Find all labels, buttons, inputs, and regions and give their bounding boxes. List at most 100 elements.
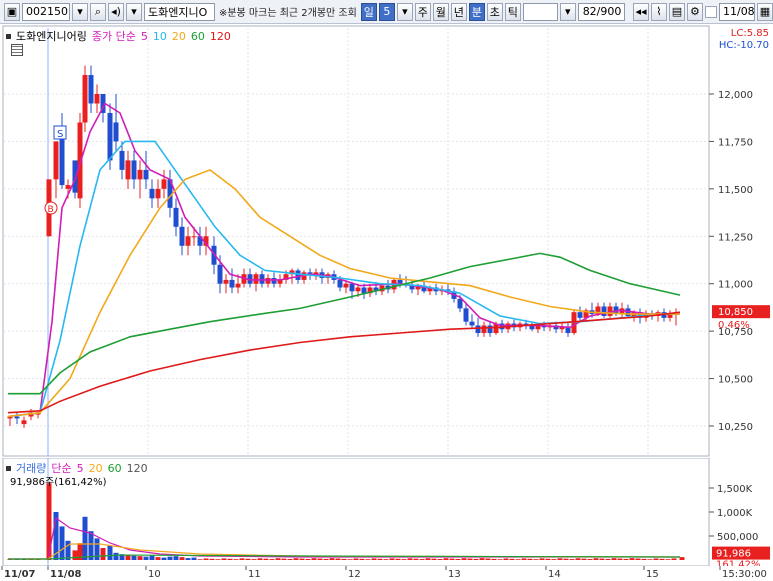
price-tick-label: 11,000 [718, 280, 753, 291]
candle-body [487, 325, 493, 334]
time-tick-label: 15 [646, 569, 659, 580]
price-chart[interactable]: SB 12,00011,75011,50011,25011,00010,7501… [0, 24, 773, 458]
hc-label: HC:-10.70 [718, 40, 769, 51]
volume-bar [449, 558, 455, 560]
volume-bar [149, 555, 155, 560]
volume-value: 91,986주(161,42%) [10, 477, 107, 488]
time-tick-label: 11/07 [4, 569, 36, 580]
period-second-button[interactable]: 초 [486, 2, 503, 21]
volume-bar [88, 531, 94, 560]
candle-body [343, 283, 349, 288]
candle-body [155, 188, 161, 199]
volume-current-label: 91,986 [716, 549, 751, 560]
sound-icon[interactable]: ◂) [108, 2, 124, 21]
volume-bar [46, 483, 52, 560]
volume-bar [593, 558, 599, 560]
candle-body [161, 179, 167, 189]
price-tick-label: 11,750 [718, 137, 753, 148]
candle-body [271, 278, 277, 284]
volume-bar [401, 559, 407, 560]
vol-ma-120-label: 120 [126, 461, 148, 475]
volume-bar [311, 558, 317, 560]
candle-body [475, 325, 481, 334]
code-dropdown-button[interactable]: ▾ [72, 2, 88, 21]
volume-bar [275, 558, 281, 560]
toolbar: ▣ 002150 ▾ ⌕ ◂) ▾ 도화엔지니O ※분봉 마크는 최근 2개봉만… [0, 0, 773, 24]
candle-body [179, 226, 185, 246]
volume-bar [209, 558, 215, 560]
calendar-icon[interactable]: ▦ [756, 2, 773, 21]
stock-code-input[interactable]: 002150 [22, 2, 70, 21]
save-icon[interactable]: ▤ [668, 2, 685, 21]
volume-bar [527, 558, 533, 560]
period-day-button[interactable]: 일 [360, 2, 377, 21]
volume-bar [395, 558, 401, 560]
date-checkbox[interactable] [704, 5, 717, 18]
time-tick-label: 13 [448, 569, 461, 580]
candle-body [143, 169, 149, 180]
period-5-button[interactable]: 5 [378, 2, 395, 21]
candle-body [265, 278, 271, 284]
candle-body [107, 112, 113, 161]
buy-marker-label: B [48, 205, 54, 215]
candle-body [463, 308, 469, 322]
sell-marker-label: S [57, 129, 63, 140]
date-field[interactable]: 11/08 [718, 2, 755, 21]
gear-icon[interactable]: ⚙ [686, 2, 703, 21]
dropdown-icon[interactable]: ▾ [126, 2, 142, 21]
volume-bar [599, 558, 605, 560]
time-tick-label: 12 [348, 569, 361, 580]
interval-dropdown-button[interactable]: ▾ [559, 2, 576, 21]
notice-text: ※분봉 마크는 최근 2개봉만 조회 [218, 8, 357, 19]
volume-bar [617, 558, 623, 560]
interval-input[interactable] [522, 2, 558, 21]
candle-body [149, 188, 155, 199]
volume-legend-icon [6, 465, 11, 471]
volume-bar [455, 558, 461, 560]
volume-bar [563, 558, 569, 560]
volume-bar [671, 558, 677, 560]
candle-body [137, 169, 143, 180]
time-axis: 11/07 11/08 10 11 12 13 14 15 15:30:00 [0, 566, 773, 581]
candle-body [601, 306, 607, 316]
volume-bar [197, 559, 203, 560]
chart-type-icon[interactable]: ⌇ [650, 2, 667, 21]
volume-bar [239, 558, 245, 560]
chart-menu-icon[interactable]: ▣ [4, 2, 20, 21]
volume-bar [72, 550, 78, 560]
period-week-button[interactable]: 주 [414, 2, 431, 21]
time-tick-label: 11 [248, 569, 261, 580]
volume-bar [635, 558, 641, 560]
volume-bar [257, 558, 263, 560]
volume-bar [365, 559, 371, 560]
scroll-left-icon[interactable]: ◂◂ [632, 2, 649, 21]
volume-bar [521, 558, 527, 560]
volume-bar [263, 558, 269, 560]
period-minute-button[interactable]: 분 [468, 2, 485, 21]
search-icon[interactable]: ⌕ [90, 2, 106, 21]
period-tick-button[interactable]: 틱 [504, 2, 521, 21]
candle-body [565, 327, 571, 334]
volume-bar [557, 558, 563, 560]
ma-20-label: 20 [171, 29, 186, 43]
period-year-button[interactable]: 년 [450, 2, 467, 21]
count-value: 82/900 [582, 5, 622, 18]
candle-body [21, 420, 27, 425]
volume-bar [509, 558, 515, 560]
volume-bar [100, 548, 106, 560]
candle-body [223, 279, 229, 284]
volume-bar [245, 558, 251, 560]
candle-body [337, 279, 343, 288]
period-dropdown-button[interactable]: ▾ [396, 2, 413, 21]
period-month-button[interactable]: 월 [432, 2, 449, 21]
volume-bar [515, 559, 521, 560]
company-name-field[interactable]: 도화엔지니O [144, 2, 215, 21]
candle-body [481, 325, 487, 334]
count-field[interactable]: 82/900 [577, 2, 626, 21]
volume-bar [137, 556, 143, 560]
volume-bar [113, 552, 119, 560]
volume-bar [353, 558, 359, 560]
volume-bar [82, 516, 88, 560]
grid-toggle-icon[interactable] [11, 44, 23, 56]
volume-bar [587, 559, 593, 560]
